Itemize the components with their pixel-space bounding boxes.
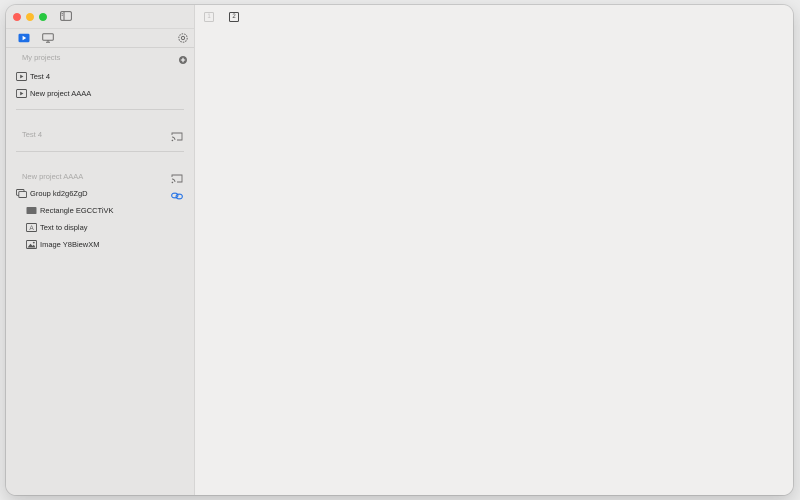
layer-item-rectangle[interactable]: Rectangle EGCCTiVK bbox=[6, 202, 214, 218]
rectangle-icon bbox=[26, 206, 37, 215]
svg-text:A: A bbox=[29, 225, 34, 232]
layer-item-text[interactable]: A Text to display bbox=[6, 219, 214, 235]
link-icon[interactable] bbox=[171, 188, 183, 200]
layer-item-label: Group kd2g6ZgD bbox=[30, 188, 88, 198]
main-canvas-area: 1 2 bbox=[195, 5, 793, 495]
minimize-window-button[interactable] bbox=[26, 13, 34, 21]
layer-item-label: Image Y8BiewXM bbox=[40, 239, 100, 249]
page-button-1[interactable]: 1 bbox=[204, 12, 214, 22]
image-icon bbox=[26, 239, 37, 249]
sidebar-divider bbox=[16, 151, 184, 152]
sidebar-divider bbox=[16, 109, 184, 110]
sidebar-tabbar bbox=[6, 28, 194, 48]
project-item-label: Test 4 bbox=[30, 71, 51, 81]
close-window-button[interactable] bbox=[13, 13, 21, 21]
sidebar: My projects Test 4 New project AAAA Test… bbox=[6, 5, 195, 495]
app-window: My projects Test 4 New project AAAA Test… bbox=[6, 5, 793, 495]
group-icon bbox=[16, 188, 27, 198]
gear-icon[interactable] bbox=[177, 32, 189, 44]
play-rectangle-icon bbox=[16, 71, 27, 81]
add-project-plus-circle-icon[interactable] bbox=[178, 52, 190, 64]
test-4-section-header: Test 4 bbox=[22, 130, 43, 139]
cast-icon[interactable] bbox=[171, 129, 183, 142]
project-item-label: New project AAAA bbox=[30, 88, 92, 98]
page-button-2[interactable]: 2 bbox=[229, 12, 239, 22]
layer-item-image[interactable]: Image Y8BiewXM bbox=[6, 236, 214, 252]
tab-projects-play-rectangle-icon[interactable] bbox=[18, 33, 30, 43]
layer-item-label: Text to display bbox=[40, 222, 88, 232]
play-rectangle-icon bbox=[16, 88, 27, 98]
zoom-window-button[interactable] bbox=[39, 13, 47, 21]
new-project-aaaa-section-header: New project AAAA bbox=[22, 172, 84, 181]
project-item-test-4[interactable]: Test 4 bbox=[6, 68, 204, 84]
sidebar-toggle-icon[interactable] bbox=[60, 11, 72, 21]
my-projects-header: My projects bbox=[22, 53, 61, 62]
text-icon: A bbox=[26, 222, 37, 232]
project-item-new-project-aaaa[interactable]: New project AAAA bbox=[6, 85, 204, 101]
tab-display-icon[interactable] bbox=[42, 33, 54, 43]
cast-icon[interactable] bbox=[171, 171, 183, 184]
layer-item-label: Rectangle EGCCTiVK bbox=[40, 205, 114, 215]
